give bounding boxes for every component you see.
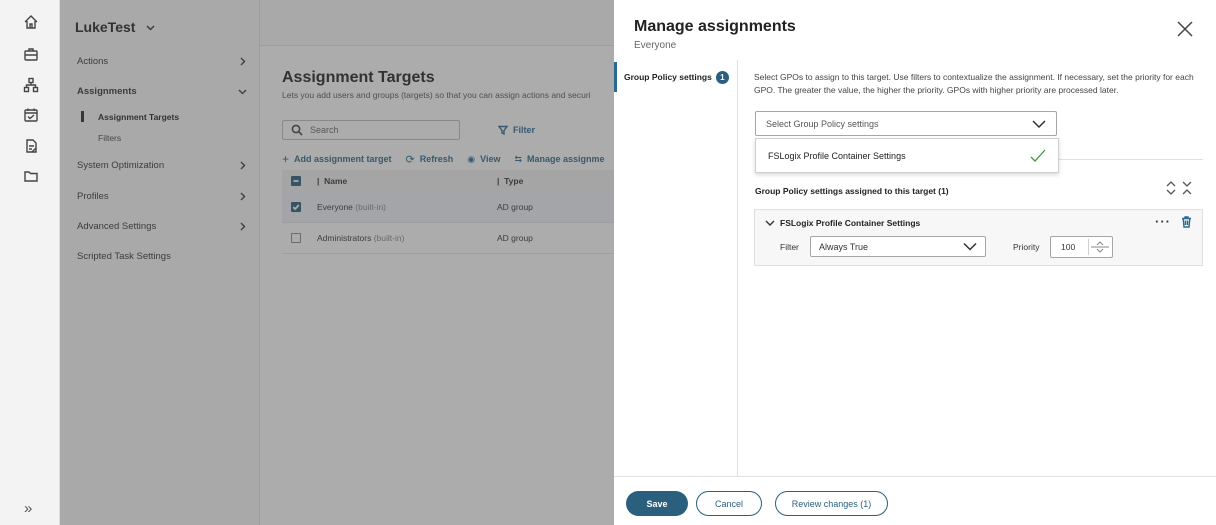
filter-value: Always True	[819, 241, 869, 252]
gpo-select-placeholder: Select Group Policy settings	[766, 118, 879, 129]
assigned-section-header: Group Policy settings assigned to this t…	[755, 186, 949, 196]
stepper-arrows-icon[interactable]	[1088, 239, 1110, 255]
calendar-icon[interactable]	[22, 106, 40, 124]
expand-collapse-controls	[1165, 180, 1193, 196]
modal-overlay[interactable]	[60, 0, 614, 525]
briefcase-icon[interactable]	[22, 45, 40, 63]
dropdown-option[interactable]: FSLogix Profile Container Settings	[755, 138, 1059, 173]
more-options-icon[interactable]: ···	[1155, 214, 1171, 229]
card-header[interactable]: FSLogix Profile Container Settings	[765, 218, 920, 228]
priority-stepper[interactable]: 100	[1050, 236, 1113, 258]
save-button[interactable]: Save	[626, 491, 688, 516]
document-edit-icon[interactable]	[22, 137, 40, 155]
panel-footer: Save Cancel Review changes (1)	[614, 476, 1216, 525]
priority-label: Priority	[1013, 242, 1040, 252]
expand-rail-icon[interactable]: »	[24, 500, 32, 517]
chevron-down-icon	[963, 242, 977, 251]
cancel-button[interactable]: Cancel	[696, 491, 762, 516]
active-tab-indicator	[614, 62, 617, 92]
close-icon[interactable]	[1176, 20, 1196, 40]
panel-vertical-nav: Group Policy settings 1	[614, 60, 738, 476]
assigned-gpo-card: FSLogix Profile Container Settings ··· F…	[754, 209, 1203, 266]
network-icon[interactable]	[22, 76, 40, 94]
count-badge: 1	[715, 70, 729, 84]
icon-rail: »	[0, 0, 60, 525]
panel-title: Manage assignments	[634, 18, 796, 35]
tab-group-policy-settings[interactable]: Group Policy settings 1	[614, 62, 738, 92]
filter-label: Filter	[780, 242, 799, 252]
filter-select[interactable]: Always True	[810, 236, 986, 257]
review-changes-button[interactable]: Review changes (1)	[775, 491, 888, 516]
card-title: FSLogix Profile Container Settings	[780, 218, 921, 228]
manage-assignments-panel: Manage assignments Everyone Group Policy…	[614, 0, 1216, 525]
priority-value: 100	[1061, 242, 1076, 252]
expand-all-icon[interactable]	[1165, 180, 1177, 196]
home-icon[interactable]	[22, 13, 40, 31]
chevron-down-icon	[765, 220, 775, 226]
collapse-all-icon[interactable]	[1181, 180, 1193, 196]
divider	[1059, 159, 1203, 160]
tab-label: Group Policy settings	[624, 72, 712, 82]
option-label: FSLogix Profile Container Settings	[768, 150, 906, 161]
trash-icon[interactable]	[1181, 216, 1192, 231]
chevron-down-icon	[1032, 119, 1046, 128]
folder-icon[interactable]	[22, 167, 40, 185]
gpo-select-dropdown[interactable]: Select Group Policy settings	[755, 111, 1057, 136]
checkmark-icon	[1030, 149, 1046, 162]
instructions-text: Select GPOs to assign to this target. Us…	[754, 72, 1194, 95]
panel-subtitle: Everyone	[634, 40, 677, 51]
